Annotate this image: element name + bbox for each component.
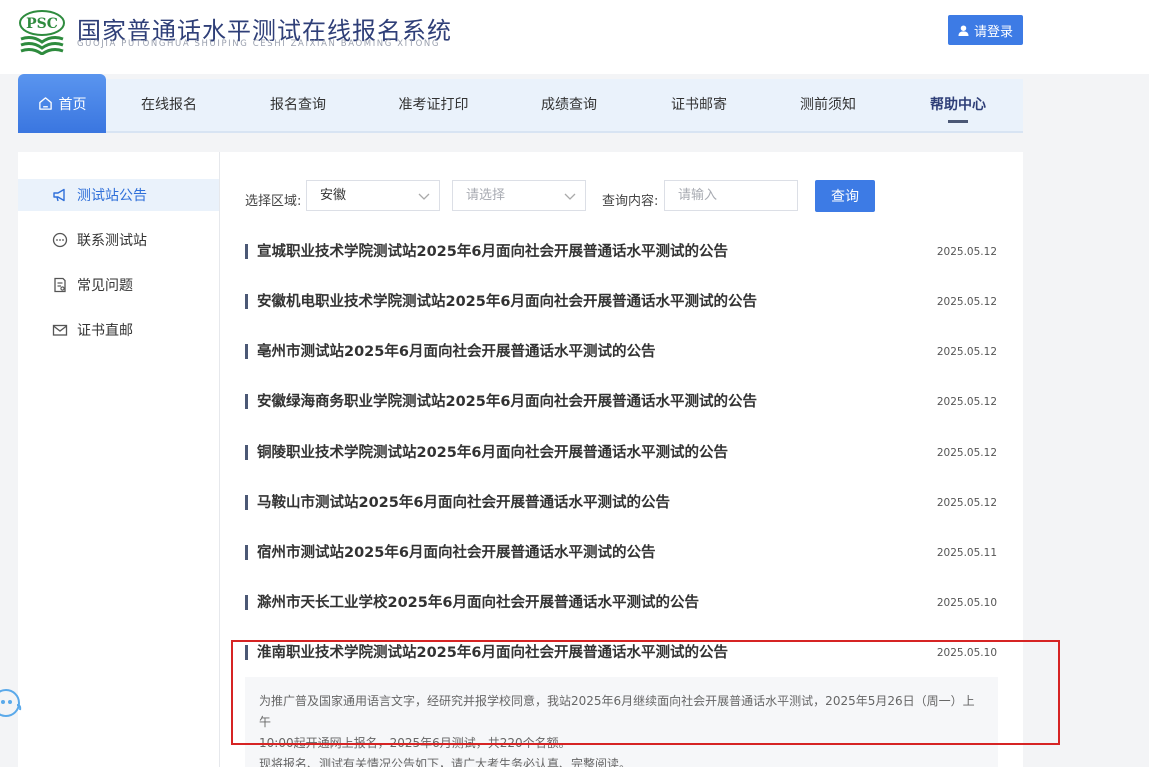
nav-home[interactable]: 首页 — [18, 74, 106, 133]
main-panel: 测试站公告 联系测试站 常见问题 证书直邮 选择区域: 安徽 请选择 查询内容:… — [18, 152, 1023, 767]
notice-marker — [245, 294, 248, 309]
header: PSC 国家普通话水平测试在线报名系统 GUOJIA PUTONGHUA SHU… — [0, 0, 1149, 74]
query-input[interactable]: 请输入 — [664, 180, 798, 211]
notice-date: 2025.05.10 — [936, 597, 997, 609]
sidebar-item-label: 联系测试站 — [77, 233, 147, 249]
sidebar: 测试站公告 联系测试站 常见问题 证书直邮 — [18, 152, 220, 767]
notice-row[interactable]: 安徽机电职业技术学院测试站2025年6月面向社会开展普通话水平测试的公告 202… — [245, 290, 997, 314]
region-select-value: 安徽 — [320, 188, 347, 203]
notice-marker — [245, 595, 248, 610]
notice-row[interactable]: 宿州市测试站2025年6月面向社会开展普通话水平测试的公告 2025.05.11 — [245, 541, 997, 565]
chevron-down-icon — [564, 193, 576, 200]
notice-marker — [245, 645, 248, 660]
nav-pretest-notes[interactable]: 测前须知 — [773, 79, 883, 131]
sidebar-item-faq[interactable]: 常见问题 — [18, 269, 219, 301]
sidebar-item-label: 证书直邮 — [77, 323, 133, 339]
notice-title[interactable]: 安徽机电职业技术学院测试站2025年6月面向社会开展普通话水平测试的公告 — [257, 290, 757, 314]
notice-date: 2025.05.12 — [936, 497, 997, 509]
login-button[interactable]: 请登录 — [948, 15, 1023, 45]
notice-title[interactable]: 宿州市测试站2025年6月面向社会开展普通话水平测试的公告 — [257, 541, 655, 565]
notice-marker — [245, 445, 248, 460]
notice-marker — [245, 244, 248, 259]
notice-marker — [245, 545, 248, 560]
nav-registration-query[interactable]: 报名查询 — [243, 79, 353, 131]
notice-title[interactable]: 马鞍山市测试站2025年6月面向社会开展普通话水平测试的公告 — [257, 491, 670, 515]
robot-assistant-icon[interactable] — [0, 683, 24, 723]
query-label: 查询内容: — [602, 194, 659, 209]
chat-icon — [52, 232, 68, 248]
psc-logo[interactable]: PSC — [18, 9, 66, 56]
notice-title[interactable]: 滁州市天长工业学校2025年6月面向社会开展普通话水平测试的公告 — [257, 591, 699, 615]
sidebar-item-certificate-mail[interactable]: 证书直邮 — [18, 314, 219, 346]
notice-row[interactable]: 滁州市天长工业学校2025年6月面向社会开展普通话水平测试的公告 2025.05… — [245, 591, 997, 615]
notice-marker — [245, 344, 248, 359]
notice-marker — [245, 495, 248, 510]
nav-active-indicator — [948, 120, 968, 123]
notice-title[interactable]: 安徽绿海商务职业学院测试站2025年6月面向社会开展普通话水平测试的公告 — [257, 390, 757, 414]
notice-date: 2025.05.12 — [936, 447, 997, 459]
notice-date: 2025.05.12 — [936, 296, 997, 308]
query-button[interactable]: 查询 — [815, 180, 875, 212]
notice-date: 2025.05.12 — [936, 346, 997, 358]
notice-row[interactable]: 马鞍山市测试站2025年6月面向社会开展普通话水平测试的公告 2025.05.1… — [245, 491, 997, 515]
sidebar-item-label: 测试站公告 — [77, 188, 147, 204]
mail-icon — [52, 324, 68, 336]
notice-title[interactable]: 铜陵职业技术学院测试站2025年6月面向社会开展普通话水平测试的公告 — [257, 441, 728, 465]
region-select[interactable]: 安徽 — [306, 180, 440, 211]
notice-row[interactable]: 宣城职业技术学院测试站2025年6月面向社会开展普通话水平测试的公告 2025.… — [245, 240, 997, 264]
notice-row[interactable]: 安徽绿海商务职业学院测试站2025年6月面向社会开展普通话水平测试的公告 202… — [245, 390, 997, 414]
sidebar-item-station-notice[interactable]: 测试站公告 — [18, 179, 219, 211]
sidebar-item-contact-station[interactable]: 联系测试站 — [18, 224, 219, 256]
user-icon — [958, 24, 969, 36]
notice-excerpt-line: 10:00起开通网上报名，2025年6月测试，共220个名额。 — [259, 736, 571, 750]
sub-region-select[interactable]: 请选择 — [452, 180, 586, 211]
notice-date: 2025.05.11 — [936, 547, 997, 559]
site-subtitle: GUOJIA PUTONGHUA SHUIPING CESHI ZAIXIAN … — [77, 39, 441, 49]
notice-date: 2025.05.10 — [936, 647, 997, 659]
notice-marker — [245, 394, 248, 409]
document-icon — [54, 277, 66, 293]
notice-excerpt-line: 现将报名、测试有关情况公告如下，请广大考生务必认真、完整阅读。 — [259, 757, 632, 767]
notice-date: 2025.05.12 — [936, 396, 997, 408]
notice-row[interactable]: 铜陵职业技术学院测试站2025年6月面向社会开展普通话水平测试的公告 2025.… — [245, 441, 997, 465]
main-nav: 首页 在线报名 报名查询 准考证打印 成绩查询 证书邮寄 测前须知 帮助中心 — [18, 74, 1023, 133]
notice-title[interactable]: 亳州市测试站2025年6月面向社会开展普通话水平测试的公告 — [257, 340, 655, 364]
sub-region-placeholder: 请选择 — [466, 188, 506, 203]
notice-title[interactable]: 宣城职业技术学院测试站2025年6月面向社会开展普通话水平测试的公告 — [257, 240, 728, 264]
nav-online-registration[interactable]: 在线报名 — [114, 79, 224, 131]
notice-title[interactable]: 淮南职业技术学院测试站2025年6月面向社会开展普通话水平测试的公告 — [257, 641, 728, 665]
home-icon — [38, 97, 52, 110]
notice-row[interactable]: 亳州市测试站2025年6月面向社会开展普通话水平测试的公告 2025.05.12 — [245, 340, 997, 364]
notice-row[interactable]: 淮南职业技术学院测试站2025年6月面向社会开展普通话水平测试的公告 2025.… — [245, 641, 997, 665]
nav-admission-ticket[interactable]: 准考证打印 — [372, 79, 495, 131]
logo-text: PSC — [26, 16, 58, 32]
nav-certificate-mail[interactable]: 证书邮寄 — [644, 79, 754, 131]
region-label: 选择区域: — [245, 194, 302, 209]
chevron-down-icon — [418, 193, 430, 200]
notice-excerpt: 为推广普及国家通用语言文字，经研究并报学校同意，我站2025年6月继续面向社会开… — [245, 677, 998, 767]
nav-home-label: 首页 — [58, 96, 87, 113]
notice-date: 2025.05.12 — [936, 246, 997, 258]
nav-help-center[interactable]: 帮助中心 — [903, 79, 1013, 131]
login-label: 请登录 — [973, 24, 1013, 40]
megaphone-icon — [53, 188, 65, 202]
notice-excerpt-line: 为推广普及国家通用语言文字，经研究并报学校同意，我站2025年6月继续面向社会开… — [259, 694, 975, 729]
nav-score-query[interactable]: 成绩查询 — [514, 79, 624, 131]
sidebar-item-label: 常见问题 — [77, 278, 133, 294]
